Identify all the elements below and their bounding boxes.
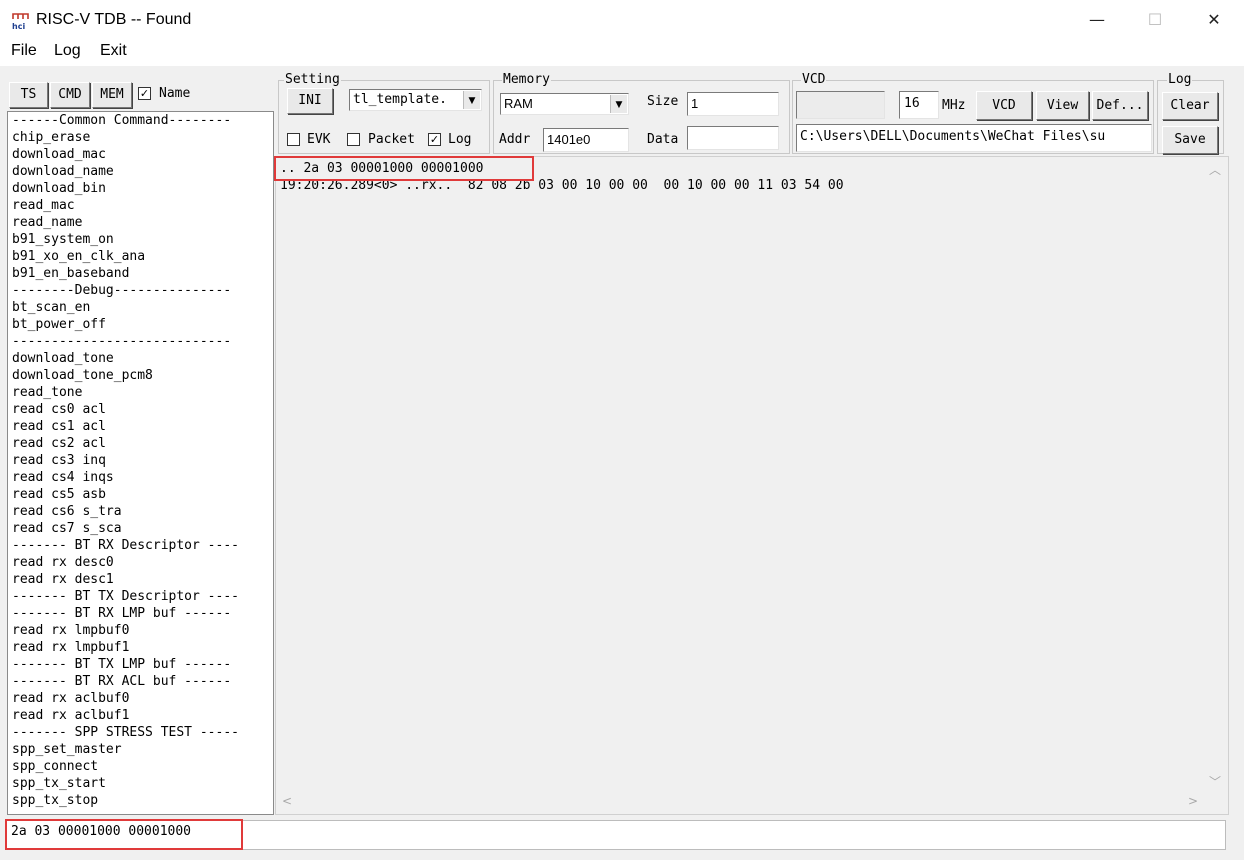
command-list-item[interactable]: read cs3 inq	[8, 452, 273, 469]
scroll-right-icon[interactable]: >	[1188, 794, 1198, 808]
cmd-button[interactable]: CMD	[50, 82, 90, 108]
packet-label: Packet	[368, 132, 415, 147]
ts-button[interactable]: TS	[9, 82, 48, 108]
command-list-item[interactable]: read rx aclbuf0	[8, 690, 273, 707]
command-list-item[interactable]: --------Debug---------------	[8, 282, 273, 299]
data-label: Data	[647, 132, 679, 147]
packet-checkbox[interactable]	[347, 133, 360, 146]
maximize-button[interactable]: ☐	[1140, 6, 1170, 34]
command-list-item[interactable]: bt_power_off	[8, 316, 273, 333]
vcd-button[interactable]: VCD	[976, 91, 1032, 120]
mhz-label: MHz	[942, 98, 966, 113]
command-list-item[interactable]: read_name	[8, 214, 273, 231]
command-list-item[interactable]: read rx lmpbuf0	[8, 622, 273, 639]
memory-group-title: Memory	[502, 72, 551, 87]
size-label: Size	[647, 94, 679, 109]
vcd-group-title: VCD	[801, 72, 827, 87]
command-list-item[interactable]: bt_scan_en	[8, 299, 273, 316]
log-checkbox[interactable]: ✓	[428, 133, 441, 146]
command-list-item[interactable]: read_mac	[8, 197, 273, 214]
command-list-item[interactable]: ------- BT TX Descriptor ----	[8, 588, 273, 605]
command-list-item[interactable]: read cs1 acl	[8, 418, 273, 435]
log-line: .. 2a 03 00001000 00001000	[280, 161, 484, 176]
log-output[interactable]: .. 2a 03 00001000 00001000 19:20:26.289<…	[275, 156, 1229, 815]
name-checkbox[interactable]: ✓	[138, 87, 151, 100]
command-list-item[interactable]: read_tone	[8, 384, 273, 401]
ini-button[interactable]: INI	[287, 88, 333, 114]
size-input[interactable]: 1	[687, 92, 779, 116]
menu-log[interactable]: Log	[54, 42, 81, 60]
log-label: Log	[448, 132, 472, 147]
def-button[interactable]: Def...	[1092, 91, 1148, 120]
command-list-item[interactable]: read cs7 s_sca	[8, 520, 273, 537]
command-list-item[interactable]: ------- BT RX ACL buf ------	[8, 673, 273, 690]
command-list-item[interactable]: spp_connect	[8, 758, 273, 775]
mem-button[interactable]: MEM	[92, 82, 132, 108]
close-button[interactable]: ✕	[1199, 6, 1229, 34]
chevron-down-icon: ▼	[463, 91, 480, 109]
command-list-item[interactable]: download_tone_pcm8	[8, 367, 273, 384]
command-list-item[interactable]: b91_en_baseband	[8, 265, 273, 282]
clear-button[interactable]: Clear	[1162, 92, 1218, 120]
command-list-item[interactable]: read cs6 s_tra	[8, 503, 273, 520]
view-button[interactable]: View	[1036, 91, 1089, 120]
command-list-item[interactable]: spp_tx_start	[8, 775, 273, 792]
evk-label: EVK	[307, 132, 331, 147]
memory-type-dropdown[interactable]: RAM ▼	[500, 93, 629, 115]
template-value: tl_template.	[353, 92, 447, 107]
command-list-item[interactable]: download_bin	[8, 180, 273, 197]
minimize-button[interactable]: —	[1082, 6, 1112, 34]
save-button[interactable]: Save	[1162, 126, 1218, 154]
log-line: 19:20:26.289<0> ..rx.. 82 08 2b 03 00 10…	[280, 178, 844, 193]
template-dropdown[interactable]: tl_template. ▼	[349, 89, 482, 111]
command-list-item[interactable]: chip_erase	[8, 129, 273, 146]
command-list-item[interactable]: ------- BT RX LMP buf ------	[8, 605, 273, 622]
window-title: RISC-V TDB -- Found	[36, 11, 192, 28]
menu-file[interactable]: File	[11, 42, 37, 60]
command-list-item[interactable]: spp_tx_stop	[8, 792, 273, 809]
menu-exit[interactable]: Exit	[100, 42, 127, 60]
command-list-item[interactable]: download_name	[8, 163, 273, 180]
command-list-item[interactable]: b91_system_on	[8, 231, 273, 248]
freq-input[interactable]: 16	[899, 91, 939, 119]
scroll-up-icon[interactable]: ︿	[1209, 161, 1221, 178]
scroll-left-icon[interactable]: <	[282, 794, 292, 808]
command-list-item[interactable]: read cs4 inqs	[8, 469, 273, 486]
command-list-item[interactable]: ------- BT RX Descriptor ----	[8, 537, 273, 554]
command-list-item[interactable]: read cs0 acl	[8, 401, 273, 418]
window-edge	[1244, 0, 1248, 860]
command-list-item[interactable]: b91_xo_en_clk_ana	[8, 248, 273, 265]
command-list[interactable]: ------Common Command-------- chip_erase do…	[7, 111, 274, 815]
hci-icon: hci	[12, 13, 29, 30]
command-list-item[interactable]: ------- BT TX LMP buf ------	[8, 656, 273, 673]
command-list-item[interactable]: read cs5 asb	[8, 486, 273, 503]
title-bar: hci RISC-V TDB -- Found — ☐ ✕	[0, 0, 1248, 40]
command-list-item[interactable]: download_mac	[8, 146, 273, 163]
command-list-item[interactable]: download_tone	[8, 350, 273, 367]
command-input[interactable]: 2a 03 00001000 00001000	[5, 820, 1226, 850]
command-list-item[interactable]: spp_set_master	[8, 741, 273, 758]
command-list-item[interactable]: ------Common Command--------	[8, 112, 273, 129]
command-list-item[interactable]: ----------------------------	[8, 333, 273, 350]
menu-bar: File Log Exit	[0, 40, 1248, 66]
addr-label: Addr	[499, 132, 531, 147]
command-list-item[interactable]: read rx lmpbuf1	[8, 639, 273, 656]
data-input[interactable]	[687, 126, 779, 150]
command-list-item[interactable]: read rx aclbuf1	[8, 707, 273, 724]
name-label: Name	[159, 86, 191, 101]
chevron-down-icon: ▼	[610, 95, 627, 113]
setting-group-title: Setting	[284, 72, 341, 87]
svg-text:hci: hci	[12, 22, 25, 30]
log-group-title: Log	[1167, 72, 1193, 87]
memory-type-value: RAM	[504, 96, 533, 111]
addr-input[interactable]: 1401e0	[543, 128, 629, 152]
scroll-down-icon[interactable]: ﹀	[1209, 773, 1221, 790]
vcd-status-field	[796, 91, 885, 119]
command-list-item[interactable]: ------- SPP STRESS TEST -----	[8, 724, 273, 741]
command-list-item[interactable]: read cs2 acl	[8, 435, 273, 452]
vcd-path-input[interactable]: C:\Users\DELL\Documents\WeChat Files\su	[796, 124, 1152, 152]
command-list-item[interactable]: read rx desc1	[8, 571, 273, 588]
command-list-item[interactable]: read rx desc0	[8, 554, 273, 571]
evk-checkbox[interactable]	[287, 133, 300, 146]
